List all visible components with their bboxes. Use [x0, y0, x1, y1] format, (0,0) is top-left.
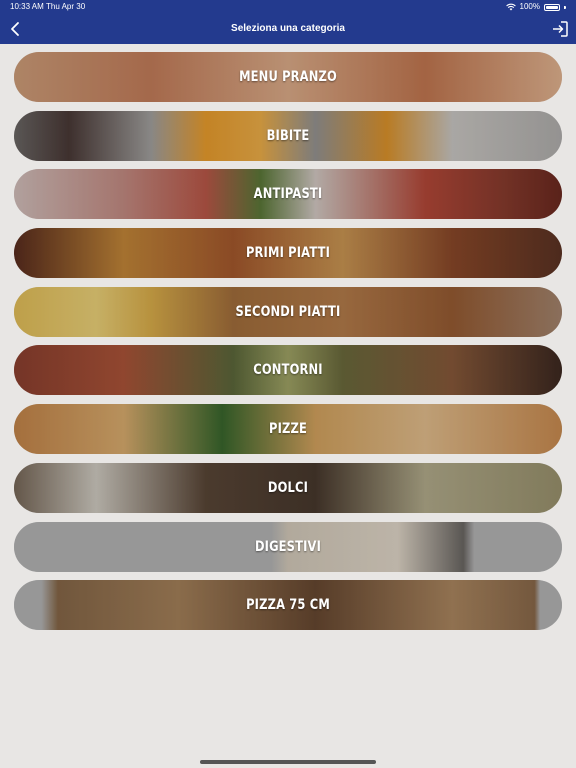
- category-label: CONTORNI: [253, 362, 323, 379]
- category-label: MENU PRANZO: [239, 69, 337, 85]
- category-label: PRIMI PIATTI: [245, 245, 331, 262]
- battery-cap: [564, 5, 566, 9]
- category-digestivi[interactable]: DIGESTIVI: [14, 521, 562, 572]
- category-label: PIZZA 75 CM: [246, 597, 330, 614]
- category-bibite[interactable]: BIBITE: [14, 110, 562, 161]
- page-title: Seleziona una categoria: [231, 23, 345, 34]
- category-label: BIBITE: [266, 127, 310, 144]
- navigation-bar: Seleziona una categoria: [0, 14, 576, 44]
- category-antipasti[interactable]: ANTIPASTI: [14, 169, 562, 220]
- category-pizze[interactable]: PIZZE: [14, 404, 562, 455]
- top-bar: 10:33 AM Thu Apr 30 100% Seleziona una c…: [0, 0, 576, 44]
- wifi-icon: [505, 3, 516, 11]
- battery-icon: [544, 3, 560, 11]
- category-list: MENU PRANZO BIBITE ANTIPASTI PRIMI PIATT…: [14, 52, 562, 639]
- category-label: ANTIPASTI: [253, 186, 323, 203]
- category-label: DOLCI: [267, 479, 309, 496]
- status-bar: 10:33 AM Thu Apr 30 100%: [0, 0, 576, 14]
- status-right: 100%: [505, 0, 566, 14]
- status-time: 10:33 AM: [10, 2, 44, 11]
- category-contorni[interactable]: CONTORNI: [14, 345, 562, 396]
- category-dolci[interactable]: DOLCI: [14, 462, 562, 513]
- category-secondi-piatti[interactable]: SECONDI PIATTI: [14, 286, 562, 337]
- home-indicator[interactable]: [200, 760, 376, 764]
- category-label: SECONDI PIATTI: [235, 303, 341, 320]
- login-icon[interactable]: [550, 19, 570, 39]
- battery-percent: 100%: [519, 2, 540, 11]
- category-label: PIZZE: [268, 421, 308, 438]
- category-menu-pranzo[interactable]: MENU PRANZO: [14, 52, 562, 102]
- status-date: Thu Apr 30: [46, 2, 86, 11]
- category-pizza-75-cm[interactable]: PIZZA 75 CM: [14, 580, 562, 631]
- category-label: DIGESTIVI: [254, 538, 322, 555]
- category-primi-piatti[interactable]: PRIMI PIATTI: [14, 228, 562, 279]
